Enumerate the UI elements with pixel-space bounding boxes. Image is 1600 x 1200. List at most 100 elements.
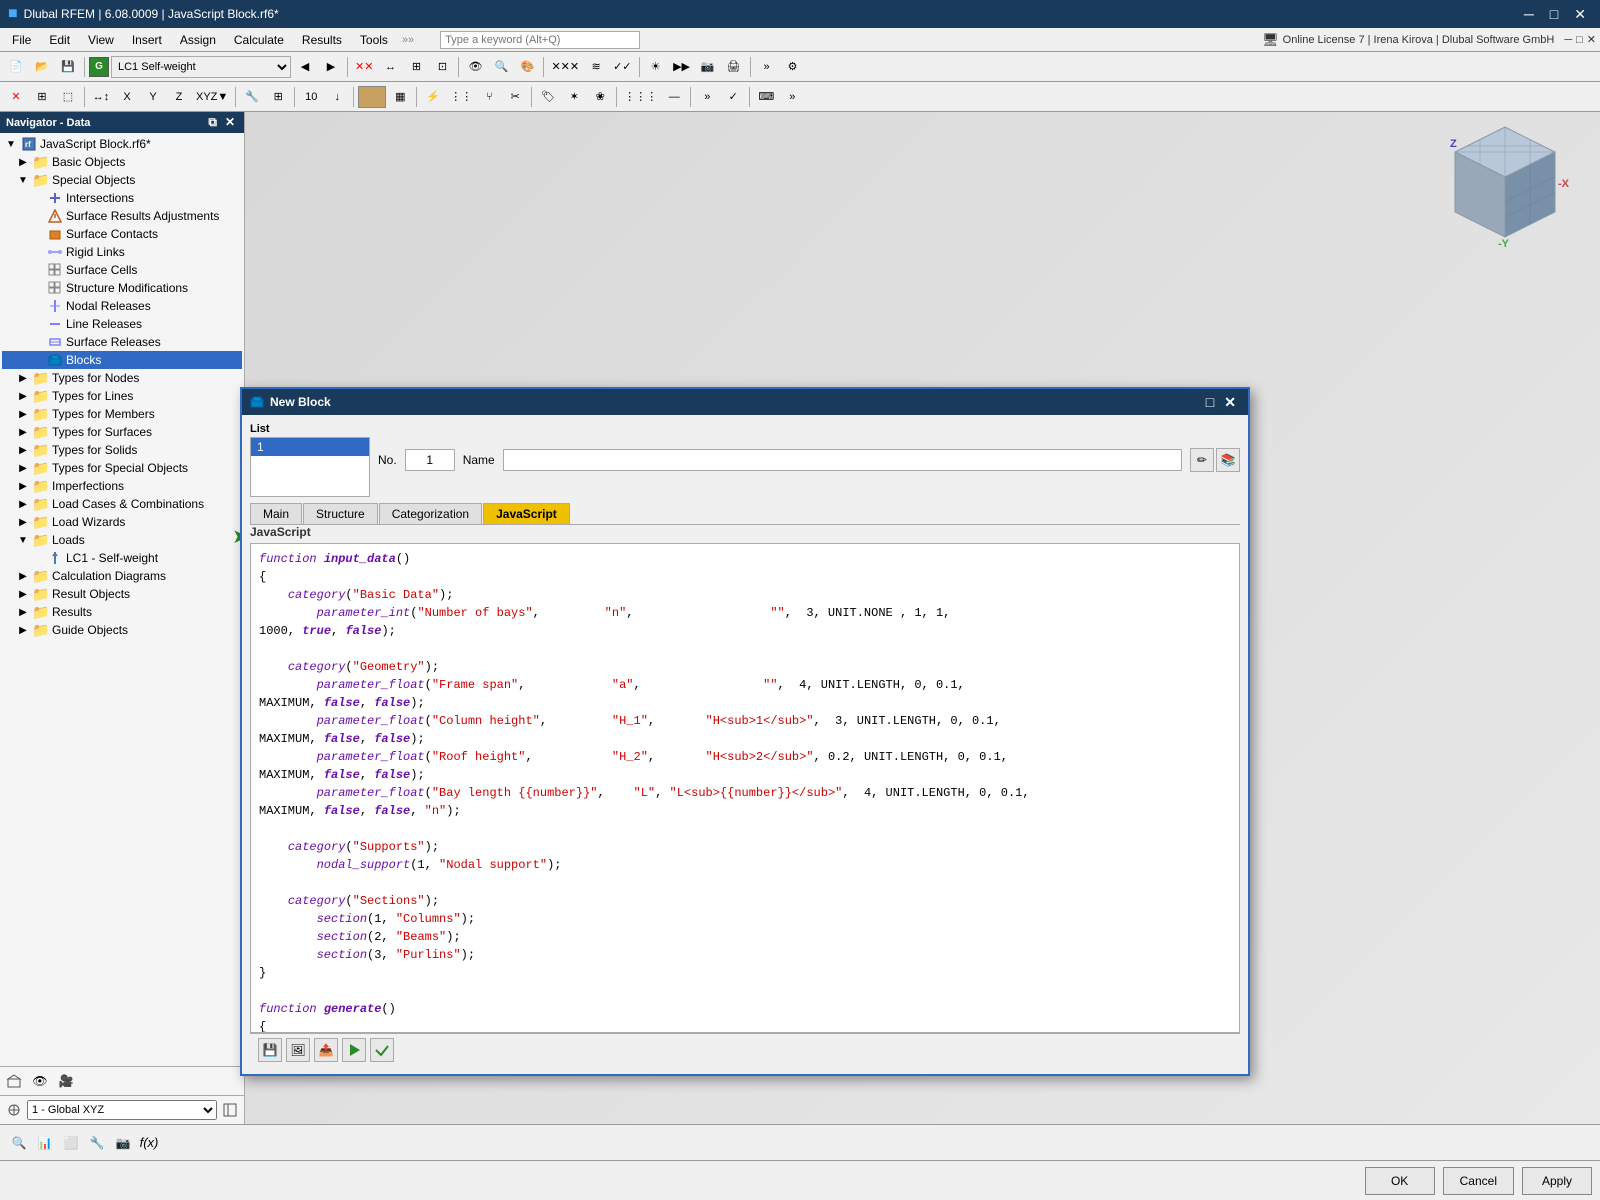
list-item-1[interactable]: 1 (251, 438, 369, 456)
lw-arrow[interactable]: ▶ (16, 517, 30, 528)
imperf-arrow[interactable]: ▶ (16, 481, 30, 492)
calcdiag-arrow[interactable]: ▶ (16, 571, 30, 582)
menu-insert[interactable]: Insert (124, 31, 170, 49)
tree-typessurfaces[interactable]: ▶ 📁 Types for Surfaces (2, 423, 242, 441)
tree-nodalrel[interactable]: Nodal Releases (2, 297, 242, 315)
tab-categorization[interactable]: Categorization (379, 503, 482, 524)
tree-calcdiag[interactable]: ▶ 📁 Calculation Diagrams (2, 567, 242, 585)
tb-next[interactable]: ▶ (319, 55, 343, 79)
special-arrow[interactable]: ▼ (16, 175, 30, 186)
tb2-check[interactable]: ✓ (721, 85, 745, 109)
tree-resultobj[interactable]: ▶ 📁 Result Objects (2, 585, 242, 603)
license-minimize[interactable]: ─ (1564, 34, 1572, 46)
tb2-end[interactable]: » (780, 85, 804, 109)
tab-main[interactable]: Main (250, 503, 302, 524)
tb2-tag[interactable]: 🏷 (536, 85, 560, 109)
tb2-dots[interactable]: ⋮⋮⋮ (621, 85, 660, 109)
tree-typesnodes[interactable]: ▶ 📁 Types for Nodes (2, 369, 242, 387)
tb-print[interactable]: 🖨 (722, 55, 746, 79)
tree-typeslines[interactable]: ▶ 📁 Types for Lines (2, 387, 242, 405)
dbt-export[interactable]: 📤 (314, 1038, 338, 1062)
tree-lc1[interactable]: LC1 - Self-weight (2, 549, 242, 567)
tb-capture[interactable]: 📷 (696, 55, 720, 79)
list-box[interactable]: 1 (250, 437, 370, 497)
tb2-cube[interactable]: ⊞ (30, 85, 54, 109)
ok-button[interactable]: OK (1365, 1167, 1435, 1195)
tree-typesspecial[interactable]: ▶ 📁 Types for Special Objects (2, 459, 242, 477)
tb2-flower[interactable]: ❀ (588, 85, 612, 109)
license-close[interactable]: ✕ (1587, 33, 1596, 46)
tb2-num10[interactable]: 10 (299, 85, 323, 109)
tb-eye[interactable]: 👁 (463, 55, 487, 79)
tb2-x[interactable]: X (115, 85, 139, 109)
menu-edit[interactable]: Edit (41, 31, 78, 49)
menu-file[interactable]: File (4, 31, 39, 49)
status-table[interactable]: 📊 (34, 1132, 56, 1154)
tree-loads[interactable]: ▼ 📁 Loads (2, 531, 242, 549)
dialog-close[interactable]: ✕ (1220, 394, 1240, 411)
tb-deform[interactable]: ≋ (584, 55, 608, 79)
tb-zoom[interactable]: 🔍 (489, 55, 513, 79)
tree-results[interactable]: ▶ 📁 Results (2, 603, 242, 621)
status-tool[interactable]: 🔧 (86, 1132, 108, 1154)
tb2-arrow[interactable]: ↓ (325, 85, 349, 109)
dbt-check[interactable] (370, 1038, 394, 1062)
status-camera[interactable]: 📷 (112, 1132, 134, 1154)
menu-results[interactable]: Results (294, 31, 350, 49)
status-window[interactable]: ⬜ (60, 1132, 82, 1154)
tb-cross-red[interactable]: ✕✕ (352, 55, 376, 79)
nav-btn-video[interactable]: 🎥 (55, 1070, 77, 1092)
cancel-button[interactable]: Cancel (1443, 1167, 1514, 1195)
typessurfaces-arrow[interactable]: ▶ (16, 427, 30, 438)
tree-special[interactable]: ▼ 📁 Special Objects (2, 171, 242, 189)
tb-check[interactable]: ✓✓ (610, 55, 634, 79)
tb2-cross[interactable]: ✕ (4, 85, 28, 109)
tree-guideobj[interactable]: ▶ 📁 Guide Objects (2, 621, 242, 639)
typesnodes-arrow[interactable]: ▶ (16, 373, 30, 384)
root-arrow[interactable]: ▼ (4, 139, 18, 150)
tree-typesmembers[interactable]: ▶ 📁 Types for Members (2, 405, 242, 423)
tree-intersections[interactable]: Intersections (2, 189, 242, 207)
tb2-cut[interactable]: ✂ (503, 85, 527, 109)
apply-button[interactable]: Apply (1522, 1167, 1592, 1195)
tb-prev[interactable]: ◀ (293, 55, 317, 79)
tree-sra[interactable]: Surface Results Adjustments (2, 207, 242, 225)
dbt-save[interactable]: 💾 (258, 1038, 282, 1062)
name-input[interactable] (503, 449, 1182, 471)
tree-rl[interactable]: Rigid Links (2, 243, 242, 261)
typeslines-arrow[interactable]: ▶ (16, 391, 30, 402)
menu-tools[interactable]: Tools (352, 31, 396, 49)
keyword-search[interactable] (440, 31, 640, 49)
tree-linerel[interactable]: Line Releases (2, 315, 242, 333)
nav-close[interactable]: ✕ (222, 115, 238, 130)
tree-loadcases[interactable]: ▶ 📁 Load Cases & Combinations (2, 495, 242, 513)
maximize-btn[interactable]: □ (1544, 4, 1564, 24)
tree-root[interactable]: ▼ rf JavaScript Block.rf6* (2, 135, 242, 153)
lc-arrow[interactable]: ▶ (16, 499, 30, 510)
tb2-snap[interactable]: 🔧 (240, 85, 264, 109)
basic-arrow[interactable]: ▶ (16, 157, 30, 168)
tb2-lightning[interactable]: ⚡ (421, 85, 445, 109)
nav-btn-eye[interactable]: 👁 (29, 1070, 51, 1092)
tb2-more[interactable]: » (695, 85, 719, 109)
nav-btn-model[interactable] (3, 1070, 25, 1092)
tb2-xyz[interactable]: XYZ▼ (193, 85, 231, 109)
tb2-star[interactable]: ✶ (562, 85, 586, 109)
tree-structmod[interactable]: Structure Modifications (2, 279, 242, 297)
tb2-num[interactable]: ⌨ (754, 85, 778, 109)
tab-structure[interactable]: Structure (303, 503, 378, 524)
tree-loadwizards[interactable]: ▶ 📁 Load Wizards (2, 513, 242, 531)
tb-new[interactable]: 📄 (4, 55, 28, 79)
tb-more1[interactable]: » (755, 55, 779, 79)
tb-light[interactable]: ☀ (644, 55, 668, 79)
nav-coord-icon[interactable] (3, 1099, 25, 1121)
dialog-maximize[interactable]: □ (1202, 394, 1218, 411)
license-maximize[interactable]: □ (1576, 34, 1583, 46)
tb-3d[interactable]: ⊞ (404, 55, 428, 79)
code-editor[interactable]: function input_data() { category("Basic … (250, 543, 1240, 1033)
tree-basic[interactable]: ▶ 📁 Basic Objects (2, 153, 242, 171)
tb2-z[interactable]: Z (167, 85, 191, 109)
close-btn[interactable]: ✕ (1568, 4, 1592, 25)
tree-surfcells[interactable]: Surface Cells (2, 261, 242, 279)
minimize-btn[interactable]: ─ (1518, 4, 1540, 24)
